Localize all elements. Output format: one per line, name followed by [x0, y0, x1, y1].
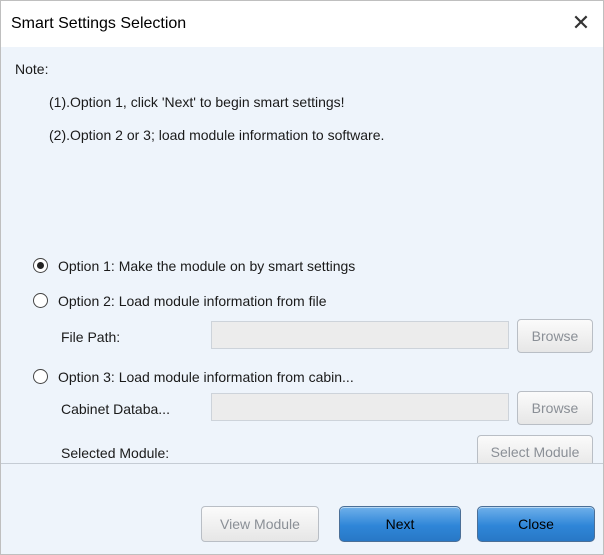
file-browse-button[interactable]: Browse [517, 319, 593, 353]
option3-label[interactable]: Option 3: Load module information from c… [58, 369, 354, 385]
selected-module-label: Selected Module: [61, 445, 170, 461]
file-path-input[interactable] [211, 321, 509, 349]
close-button[interactable]: Close [477, 506, 595, 542]
option3-radio[interactable] [33, 369, 48, 384]
dialog-title: Smart Settings Selection [11, 15, 187, 32]
view-module-button[interactable]: View Module [201, 506, 319, 542]
option2-radio[interactable] [33, 293, 48, 308]
option1-label[interactable]: Option 1: Make the module on by smart se… [58, 258, 355, 274]
option2-label[interactable]: Option 2: Load module information from f… [58, 293, 326, 309]
note-heading: Note: [15, 61, 49, 77]
title-bar: Smart Settings Selection ✕ [1, 1, 603, 47]
cabinet-db-label: Cabinet Databa... [61, 401, 170, 417]
close-icon[interactable]: ✕ [569, 11, 593, 35]
option1-radio[interactable] [33, 258, 48, 273]
note-line-1: (1).Option 1, click 'Next' to begin smar… [49, 94, 345, 110]
cabinet-browse-button[interactable]: Browse [517, 391, 593, 425]
file-path-label: File Path: [61, 329, 121, 345]
dialog-footer: View Module Next Close [1, 464, 603, 554]
smart-settings-dialog: Smart Settings Selection ✕ Note: (1).Opt… [0, 0, 604, 555]
note-line-2: (2).Option 2 or 3; load module informati… [49, 127, 385, 143]
cabinet-db-input[interactable] [211, 393, 509, 421]
dialog-content: Note: (1).Option 1, click 'Next' to begi… [1, 47, 603, 469]
next-button[interactable]: Next [339, 506, 461, 542]
